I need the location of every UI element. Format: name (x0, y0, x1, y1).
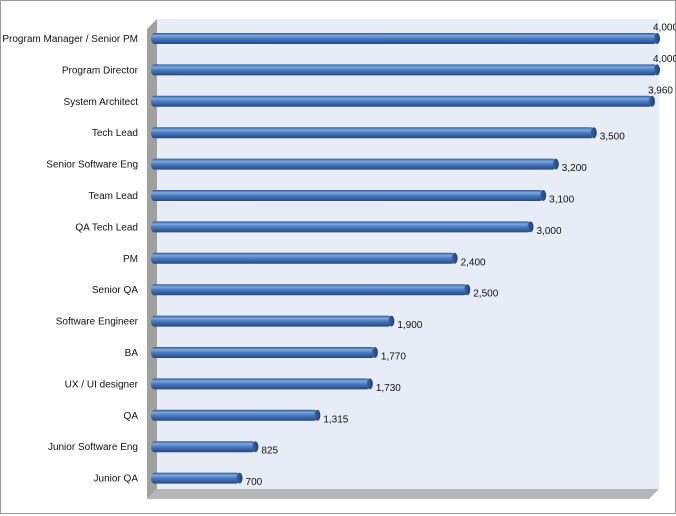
bar-end-cap (314, 409, 321, 421)
data-label: 3,200 (562, 163, 587, 174)
bar-end-cap (654, 33, 660, 44)
bar (151, 315, 392, 327)
bar (151, 158, 556, 170)
bar-end-cap (388, 315, 395, 327)
category-label: Program Manager / Senior PM (2, 34, 138, 45)
category-label: PM (123, 254, 138, 265)
data-label: 825 (261, 446, 278, 457)
bar (151, 441, 256, 453)
bar-end-cap (464, 284, 471, 296)
bar-end-cap (451, 252, 458, 264)
bar (151, 252, 455, 264)
category-label: Junior Software Eng (48, 442, 138, 453)
bar-end-cap (648, 95, 655, 107)
category-label: Software Engineer (56, 317, 139, 328)
data-label: 2,400 (461, 257, 486, 268)
category-label: QA Tech Lead (75, 222, 138, 233)
category-label: BA (125, 348, 139, 359)
bar (151, 95, 652, 107)
data-label: 3,100 (549, 195, 574, 206)
bar (151, 190, 544, 201)
category-label: Tech Lead (92, 128, 138, 139)
bar-end-cap (371, 347, 378, 358)
bar-end-cap (590, 127, 597, 139)
bar (151, 64, 657, 76)
bar (151, 347, 375, 358)
bar (151, 378, 370, 390)
category-label: System Architect (64, 97, 139, 108)
bar (151, 472, 240, 484)
category-label: QA (124, 411, 139, 422)
category-label: Senior Software Eng (46, 160, 138, 171)
bar (151, 221, 531, 233)
bar (151, 409, 318, 421)
bar-end-cap (654, 64, 660, 76)
bar-end-cap (527, 221, 534, 233)
category-label: Team Lead (89, 191, 138, 202)
category-label: UX / UI designer (65, 379, 139, 390)
category-label: Program Director (62, 65, 139, 76)
data-label: 2,500 (473, 289, 498, 300)
bar-end-cap (540, 190, 547, 201)
data-label: 3,000 (537, 226, 562, 237)
category-label: Senior QA (92, 285, 138, 296)
data-label: 4,000 (653, 23, 676, 34)
bar (151, 284, 468, 296)
data-label: 1,730 (376, 383, 401, 394)
bar (151, 127, 594, 139)
bar-chart: Program Manager / Senior PM Program Direc… (2, 19, 676, 499)
bar-end-cap (552, 158, 559, 170)
bar-end-cap (366, 378, 373, 390)
bar (151, 33, 657, 44)
bar-end-cap (252, 441, 259, 453)
data-label: 1,900 (397, 320, 422, 331)
data-label: 4,000 (653, 54, 676, 65)
category-label: Junior QA (94, 474, 139, 485)
data-label: 1,315 (323, 414, 348, 425)
floor (147, 489, 659, 499)
data-label: 3,960 (648, 85, 673, 96)
data-label: 700 (246, 477, 263, 488)
data-label: 1,770 (381, 352, 406, 363)
data-label: 3,500 (600, 132, 625, 143)
chart-frame: Program Manager / Senior PM Program Direc… (0, 0, 676, 514)
bar-end-cap (236, 472, 243, 484)
category-labels: Program Manager / Senior PM Program Direc… (2, 34, 138, 485)
